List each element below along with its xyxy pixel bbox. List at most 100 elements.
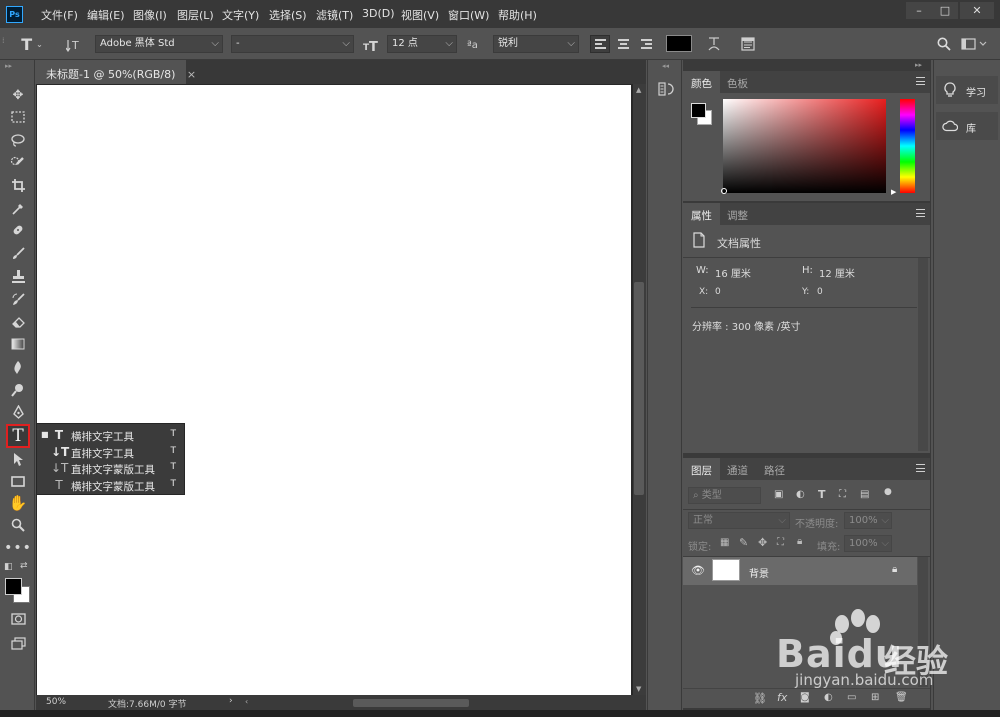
filter-toggle-icon[interactable]: ● <box>884 487 892 497</box>
tab-channels[interactable]: 通道 <box>719 458 756 480</box>
lock-transparent-icon[interactable]: ▦ <box>720 537 729 548</box>
align-center-button[interactable] <box>613 35 633 53</box>
panel-menu-icon[interactable] <box>916 209 925 217</box>
tab-swatches[interactable]: 色板 <box>719 71 756 93</box>
lock-pixels-icon[interactable]: ✎ <box>739 536 748 549</box>
collapse-icon[interactable]: ▸▸ <box>915 61 922 69</box>
document-canvas[interactable] <box>37 85 631 695</box>
font-family-select[interactable]: Adobe 黑体 Std ⌵ <box>95 35 223 53</box>
lock-artboard-icon[interactable]: ⛶ <box>777 537 784 548</box>
document-tab[interactable]: 未标题-1 @ 50%(RGB/8) × <box>36 60 196 84</box>
menu-file[interactable]: 文件(F) <box>41 7 78 23</box>
flyout-item-horizontal-type-mask[interactable]: T 横排文字蒙版工具 T <box>37 477 184 493</box>
filter-type-icon[interactable]: T <box>818 488 826 501</box>
brush-tool[interactable] <box>7 243 29 263</box>
menu-edit[interactable]: 编辑(E) <box>87 7 125 23</box>
layer-filter-select[interactable]: ⌕ 类型 <box>688 487 761 504</box>
filter-shape-icon[interactable]: ⛶ <box>839 489 846 500</box>
filter-pixel-icon[interactable]: ▣ <box>774 489 783 500</box>
dodge-tool[interactable] <box>7 380 29 400</box>
quick-mask-button[interactable] <box>7 609 29 629</box>
tab-color[interactable]: 颜色 <box>683 71 720 93</box>
adjustment-layer-icon[interactable]: ◐ <box>824 692 833 703</box>
search-icon[interactable] <box>934 34 954 54</box>
menu-layer[interactable]: 图层(L) <box>177 7 214 23</box>
collapse-icon[interactable]: ◂◂ <box>662 62 669 70</box>
scroll-left-icon[interactable]: ‹ <box>245 697 248 706</box>
align-left-button[interactable] <box>590 35 610 53</box>
eraser-tool[interactable] <box>7 312 29 332</box>
zoom-level[interactable]: 50% <box>46 697 66 707</box>
hand-tool[interactable]: ✋ <box>7 493 29 513</box>
filter-adjustment-icon[interactable]: ◐ <box>796 489 805 500</box>
scroll-down-icon[interactable]: ▼ <box>636 685 641 693</box>
path-selection-tool[interactable] <box>7 449 29 469</box>
color-foreground-swatch[interactable] <box>691 103 706 118</box>
learn-panel-button[interactable]: 学习 <box>936 76 998 104</box>
lock-position-icon[interactable]: ✥ <box>758 536 767 549</box>
color-picker-marker[interactable] <box>721 188 727 194</box>
vertical-scroll-thumb[interactable] <box>634 282 644 495</box>
text-orientation-toggle-icon[interactable]: T <box>64 36 84 54</box>
collapse-icon[interactable]: ▸▸ <box>5 62 12 70</box>
lasso-tool[interactable] <box>7 130 29 150</box>
pen-tool[interactable] <box>7 402 29 422</box>
menu-help[interactable]: 帮助(H) <box>498 7 537 23</box>
workspace-switcher-icon[interactable] <box>960 35 990 53</box>
blend-mode-select[interactable]: 正常 ⌵ <box>688 512 790 529</box>
properties-scrollbar[interactable] <box>918 258 928 451</box>
close-window-button[interactable]: ✕ <box>960 2 994 19</box>
warp-text-icon[interactable] <box>704 35 724 53</box>
new-group-icon[interactable]: ▭ <box>847 692 856 703</box>
marquee-tool[interactable] <box>7 107 29 127</box>
font-style-select[interactable]: - ⌵ <box>231 35 354 53</box>
zoom-tool[interactable] <box>7 515 29 535</box>
library-panel-button[interactable]: 库 <box>936 112 998 140</box>
filter-smart-object-icon[interactable]: ▤ <box>860 489 869 500</box>
edit-toolbar-button[interactable]: ••• <box>4 538 31 558</box>
minimize-button[interactable]: – <box>906 2 932 19</box>
horizontal-scroll-thumb[interactable] <box>353 699 469 707</box>
add-mask-icon[interactable]: ◙ <box>800 692 810 703</box>
menu-select[interactable]: 选择(S) <box>269 7 307 23</box>
tab-paths[interactable]: 路径 <box>756 458 793 480</box>
visibility-eye-icon[interactable]: 👁︎ <box>691 564 705 577</box>
status-menu-arrow-icon[interactable]: › <box>229 696 233 706</box>
align-right-button[interactable] <box>636 35 656 53</box>
new-layer-icon[interactable]: ⊞ <box>871 692 879 703</box>
quick-selection-tool[interactable] <box>7 153 29 173</box>
screen-mode-button[interactable] <box>7 633 29 653</box>
foreground-color-swatch[interactable] <box>5 578 22 595</box>
clone-stamp-tool[interactable] <box>7 266 29 286</box>
menu-type[interactable]: 文字(Y) <box>222 7 259 23</box>
rectangle-tool[interactable] <box>7 471 29 491</box>
opacity-input[interactable]: 100% ⌵ <box>844 512 892 529</box>
healing-brush-tool[interactable] <box>7 220 29 240</box>
history-panel-icon[interactable] <box>656 79 676 99</box>
delete-layer-icon[interactable]: 🗑︎ <box>895 692 908 703</box>
scroll-up-icon[interactable]: ▲ <box>636 86 641 94</box>
gradient-tool[interactable] <box>7 334 29 354</box>
default-colors-icon[interactable]: ◧ <box>4 562 13 572</box>
layer-row[interactable]: 👁︎ 背景 🔒︎ <box>683 557 917 585</box>
link-layers-icon[interactable]: ⛓︎ <box>753 692 767 705</box>
flyout-item-vertical-type-mask[interactable]: ↓T 直排文字蒙版工具 T <box>37 460 184 476</box>
color-field[interactable] <box>723 99 886 193</box>
move-tool[interactable]: ✥ <box>7 85 29 105</box>
tab-layers[interactable]: 图层 <box>683 458 720 480</box>
fill-input[interactable]: 100% ⌵ <box>844 535 892 552</box>
hue-slider-arrow-icon[interactable]: ▶ <box>891 188 896 196</box>
fx-icon[interactable]: fx <box>777 691 787 704</box>
lock-all-icon[interactable]: 🔒︎ <box>797 536 802 547</box>
menu-image[interactable]: 图像(I) <box>133 7 167 23</box>
menu-filter[interactable]: 滤镜(T) <box>316 7 353 23</box>
blur-tool[interactable] <box>7 357 29 377</box>
crop-tool[interactable] <box>7 175 29 195</box>
panel-menu-icon[interactable] <box>916 77 925 85</box>
close-tab-icon[interactable]: × <box>187 68 196 81</box>
hue-slider[interactable] <box>900 99 915 193</box>
menu-view[interactable]: 视图(V) <box>401 7 439 23</box>
character-panel-icon[interactable] <box>738 35 758 53</box>
tab-adjustments[interactable]: 调整 <box>719 203 756 225</box>
flyout-item-horizontal-type[interactable]: ■ T 横排文字工具 T <box>37 427 184 443</box>
